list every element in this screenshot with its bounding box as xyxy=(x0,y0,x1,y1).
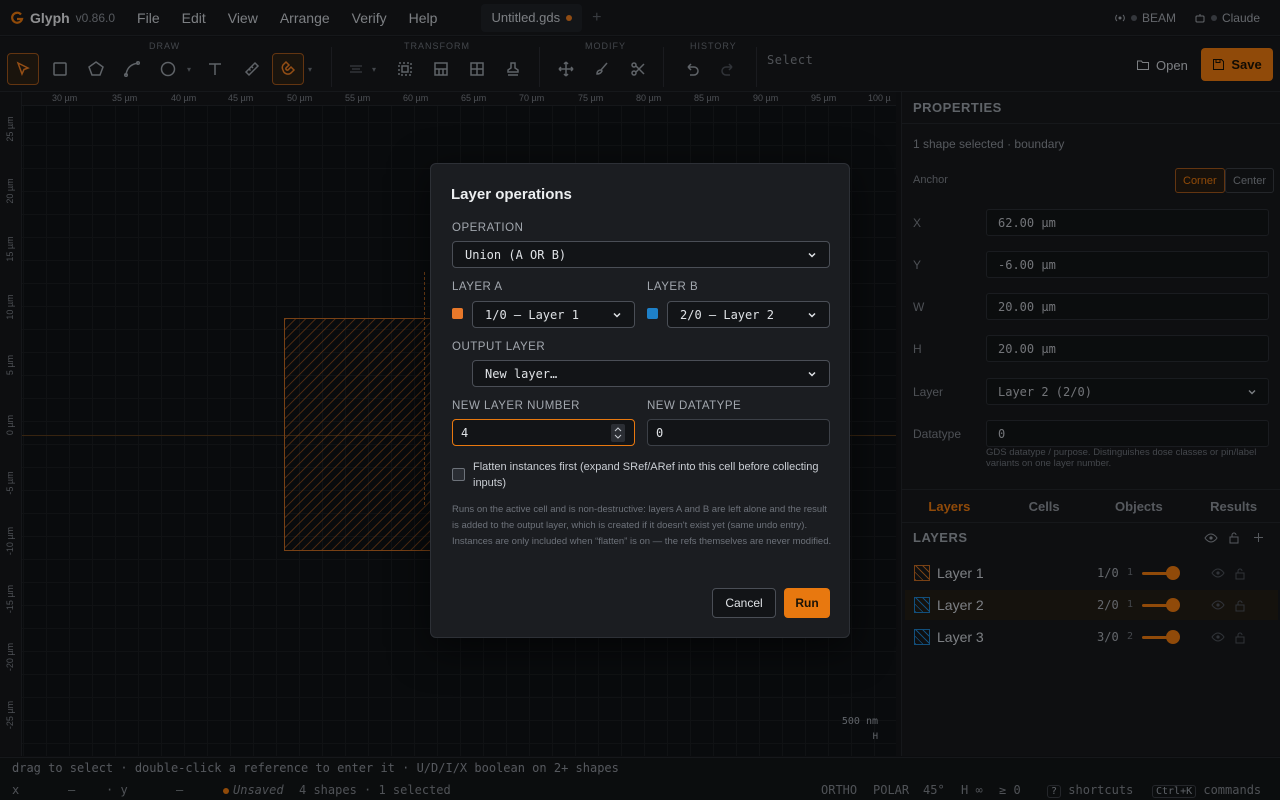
operation-value: Union (A OR B) xyxy=(465,247,567,262)
flatten-checkbox[interactable] xyxy=(452,468,465,481)
output-layer-value: New layer… xyxy=(485,366,558,381)
chevron-down-icon xyxy=(808,371,816,377)
output-layer-label: OUTPUT LAYER xyxy=(452,341,546,353)
stepper-arrows-icon xyxy=(614,427,622,439)
layer-a-select[interactable]: 1/0 — Layer 1 xyxy=(472,301,635,328)
chevron-down-icon xyxy=(808,252,816,258)
layer-a-swatch xyxy=(452,308,463,319)
dialog-title: Layer operations xyxy=(451,186,572,203)
new-layer-number-input[interactable]: 4 xyxy=(452,419,635,446)
new-datatype-label: NEW DATATYPE xyxy=(647,400,742,412)
number-stepper[interactable] xyxy=(611,424,625,442)
new-layer-number-label: NEW LAYER NUMBER xyxy=(452,400,580,412)
chevron-down-icon xyxy=(808,312,816,318)
layer-b-label: LAYER B xyxy=(647,281,699,293)
layer-b-value: 2/0 — Layer 2 xyxy=(680,307,774,322)
new-layer-number-value: 4 xyxy=(461,425,469,440)
flatten-label[interactable]: Flatten instances first (expand SRef/ARe… xyxy=(473,459,833,491)
run-button[interactable]: Run xyxy=(784,588,830,618)
layer-b-select[interactable]: 2/0 — Layer 2 xyxy=(667,301,830,328)
layer-operations-dialog: Layer operations OPERATION Union (A OR B… xyxy=(430,163,850,638)
cancel-button[interactable]: Cancel xyxy=(712,588,776,618)
operation-label: OPERATION xyxy=(452,222,524,234)
new-datatype-input[interactable]: 0 xyxy=(647,419,830,446)
layer-b-swatch xyxy=(647,308,658,319)
chevron-down-icon xyxy=(613,312,621,318)
operation-description: Runs on the active cell and is non-destr… xyxy=(452,504,832,547)
operation-select[interactable]: Union (A OR B) xyxy=(452,241,830,268)
output-layer-select[interactable]: New layer… xyxy=(472,360,830,387)
layer-a-value: 1/0 — Layer 1 xyxy=(485,307,579,322)
layer-a-label: LAYER A xyxy=(452,281,503,293)
